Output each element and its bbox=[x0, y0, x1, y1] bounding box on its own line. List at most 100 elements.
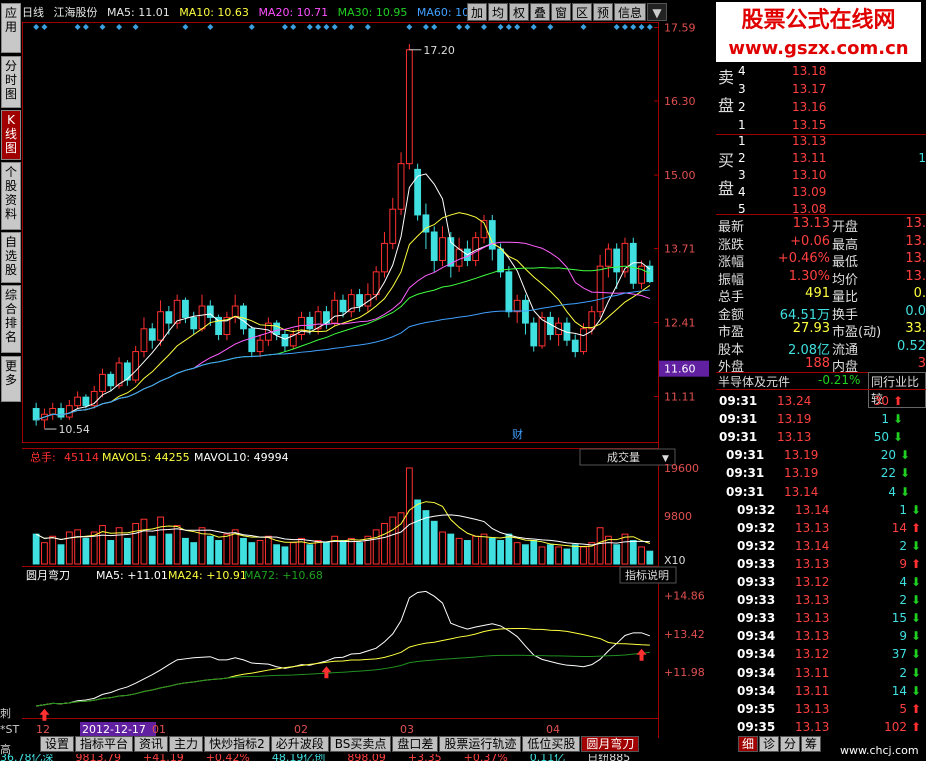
volume-bar bbox=[372, 529, 380, 565]
chart-area[interactable]: 17.59 16.30 15.00 13.71 12.41 11.60 11.11 17.20… bbox=[22, 22, 712, 738]
right-tab-1[interactable]: 诊 bbox=[759, 736, 779, 752]
quote-value: +0.46% bbox=[777, 251, 830, 266]
toolbar-button-2[interactable]: 权 bbox=[509, 3, 529, 21]
volume-bar bbox=[571, 544, 579, 565]
buy-arrow-icon bbox=[321, 666, 332, 679]
volume-bar bbox=[314, 540, 322, 565]
tick-row[interactable]: 09:34 13.13 9 ⬇ bbox=[737, 629, 926, 646]
tick-row[interactable]: 09:31 13.19 20 ⬇ bbox=[726, 448, 926, 465]
indicator-tab-3[interactable]: 主力 bbox=[169, 736, 204, 752]
sell-order-row[interactable]: 1 13.15 bbox=[738, 118, 918, 135]
indicator-tab-0[interactable]: 设置 bbox=[40, 736, 75, 752]
right-tab-0[interactable]: 细 bbox=[738, 736, 758, 752]
tick-row[interactable]: 09:31 13.19 1 ⬇ bbox=[719, 412, 926, 429]
signal-diamond bbox=[422, 24, 429, 30]
toolbar-button-1[interactable]: 均 bbox=[488, 3, 508, 21]
left-tab-6[interactable]: 更多 bbox=[1, 356, 21, 402]
sell-order-row[interactable]: 2 13.16 bbox=[738, 100, 918, 117]
toolbar-button-6[interactable]: 预 bbox=[593, 3, 613, 21]
indicator-tab-6[interactable]: BS买卖点 bbox=[329, 736, 392, 752]
sell-order-row[interactable]: 3 13.17 bbox=[738, 82, 918, 99]
tick-row[interactable]: 09:31 13.14 4 ⬇ bbox=[726, 485, 926, 502]
quote-key: 股本 bbox=[718, 342, 745, 358]
volume-bar bbox=[381, 522, 388, 565]
tick-row[interactable]: 09:33 13.13 2 ⬇ bbox=[737, 593, 926, 610]
left-bottom-item[interactable]: *ST bbox=[0, 723, 22, 741]
tick-row[interactable]: 09:33 13.13 15 ⬇ bbox=[737, 611, 926, 628]
toolbar-button-7[interactable]: 信息 bbox=[614, 3, 646, 21]
left-tab-3[interactable]: 个股资料 bbox=[1, 162, 21, 230]
tick-row[interactable]: 09:35 13.13 5 ⬆ bbox=[737, 702, 926, 719]
indicator-tab-2[interactable]: 资讯 bbox=[134, 736, 169, 752]
toolbar-button-0[interactable]: 加 bbox=[467, 3, 487, 21]
finance-mark[interactable]: 财 bbox=[512, 427, 523, 441]
buy-order-row[interactable]: 1 13.13 bbox=[738, 134, 926, 151]
volume-bar bbox=[505, 533, 513, 565]
indicator-axis-label: +14.86 bbox=[664, 590, 705, 603]
left-bottom-item[interactable]: 刺 bbox=[0, 705, 22, 723]
tick-row[interactable]: 09:32 13.13 14 ⬆ bbox=[737, 521, 926, 538]
quote-row: 涨跌 +0.06 最高 13. bbox=[718, 234, 926, 253]
signal-diamond bbox=[132, 24, 139, 30]
tick-row[interactable]: 09:34 13.11 2 ⬇ bbox=[737, 666, 926, 683]
sell-order-row[interactable]: 4 13.18 bbox=[738, 64, 918, 81]
candle-body bbox=[173, 299, 181, 324]
indicator-tab-8[interactable]: 股票运行轨迹 bbox=[439, 736, 522, 752]
tick-row[interactable]: 09:31 13.13 50 ⬇ bbox=[719, 430, 926, 447]
left-tab-0[interactable]: 应用 bbox=[1, 3, 21, 53]
tick-row[interactable]: 09:31 13.19 22 ⬇ bbox=[726, 466, 926, 483]
tick-row[interactable]: 09:32 13.14 2 ⬇ bbox=[737, 539, 926, 556]
sector-name: 半导体及元件 bbox=[718, 375, 791, 389]
tick-row[interactable]: 09:33 13.13 9 ⬆ bbox=[737, 557, 926, 574]
signal-diamond bbox=[41, 24, 48, 30]
candle-body bbox=[356, 294, 363, 307]
right-tab-2[interactable]: 分 bbox=[780, 736, 800, 752]
tick-volume: 4 bbox=[888, 484, 896, 499]
tick-row[interactable]: 09:34 13.11 14 ⬇ bbox=[737, 684, 926, 701]
indicator-tab-10[interactable]: 圆月弯刀 bbox=[581, 736, 640, 752]
period-label[interactable]: 日线 bbox=[22, 6, 44, 19]
buy-order-row[interactable]: 2 13.11 1 bbox=[738, 151, 926, 168]
tick-list[interactable]: 09:31 13.24 30 ⬆ 09:31 13.19 1 ⬇ 09:31 13.13 50 ⬇ 09… bbox=[716, 390, 926, 736]
left-tab-5[interactable]: 综合排名 bbox=[1, 285, 21, 353]
tick-row[interactable]: 09:33 13.12 4 ⬇ bbox=[737, 575, 926, 592]
tick-time: 09:31 bbox=[719, 430, 758, 445]
tick-volume: 5 bbox=[899, 701, 907, 716]
candle-body bbox=[347, 294, 355, 313]
tick-row[interactable]: 09:34 13.12 37 ⬇ bbox=[737, 647, 926, 664]
indicator-tab-5[interactable]: 必升波段 bbox=[270, 736, 329, 752]
volume-bar bbox=[215, 540, 223, 565]
left-tab-2[interactable]: K线图 bbox=[1, 110, 21, 160]
toolbar-button-4[interactable]: 窗 bbox=[551, 3, 571, 21]
tick-price: 13.19 bbox=[784, 466, 819, 481]
tick-row[interactable]: 09:32 13.14 1 ⬇ bbox=[737, 503, 926, 520]
ind-ma72-line bbox=[36, 651, 650, 707]
indicator-tab-7[interactable]: 盘口差 bbox=[392, 736, 439, 752]
price-tick-label: 11.11 bbox=[664, 391, 696, 404]
quote-key: 涨跌 bbox=[718, 237, 745, 253]
volume-bar bbox=[82, 537, 90, 565]
tick-price: 13.13 bbox=[795, 556, 830, 571]
buy-order-row[interactable]: 4 13.09 bbox=[738, 185, 926, 202]
right-tab-3[interactable]: 筹 bbox=[801, 736, 821, 752]
candle-body bbox=[505, 271, 513, 313]
toolbar-dropdown-icon[interactable]: ▼ bbox=[647, 3, 667, 21]
left-tab-4[interactable]: 自选股 bbox=[1, 232, 21, 283]
tick-row[interactable]: 09:35 13.13 102 ⬆ bbox=[737, 720, 926, 736]
toolbar-button-3[interactable]: 叠 bbox=[530, 3, 550, 21]
panel-divider bbox=[716, 214, 926, 215]
candle-body bbox=[389, 208, 397, 244]
indicator-tab-1[interactable]: 指标平台 bbox=[75, 736, 134, 752]
indicator-tab-4[interactable]: 快炒指标2 bbox=[204, 736, 270, 752]
sell-level: 1 bbox=[738, 118, 746, 132]
buy-order-row[interactable]: 3 13.10 bbox=[738, 168, 926, 185]
tick-row[interactable]: 09:31 13.24 30 ⬆ bbox=[719, 394, 926, 411]
quote-row: 外盘 188 内盘 3 bbox=[718, 356, 926, 375]
arrow-down-icon: ⬇ bbox=[911, 575, 922, 589]
indicator-tab-9[interactable]: 低位买股 bbox=[522, 736, 581, 752]
toolbar-button-5[interactable]: 区 bbox=[572, 3, 592, 21]
sector-row[interactable]: 半导体及元件 -0.21% 同行业比较 bbox=[718, 372, 926, 408]
market-strip-item: +0.37% bbox=[463, 754, 508, 761]
tick-price: 13.13 bbox=[777, 430, 812, 445]
left-tab-1[interactable]: 分时图 bbox=[1, 56, 21, 108]
